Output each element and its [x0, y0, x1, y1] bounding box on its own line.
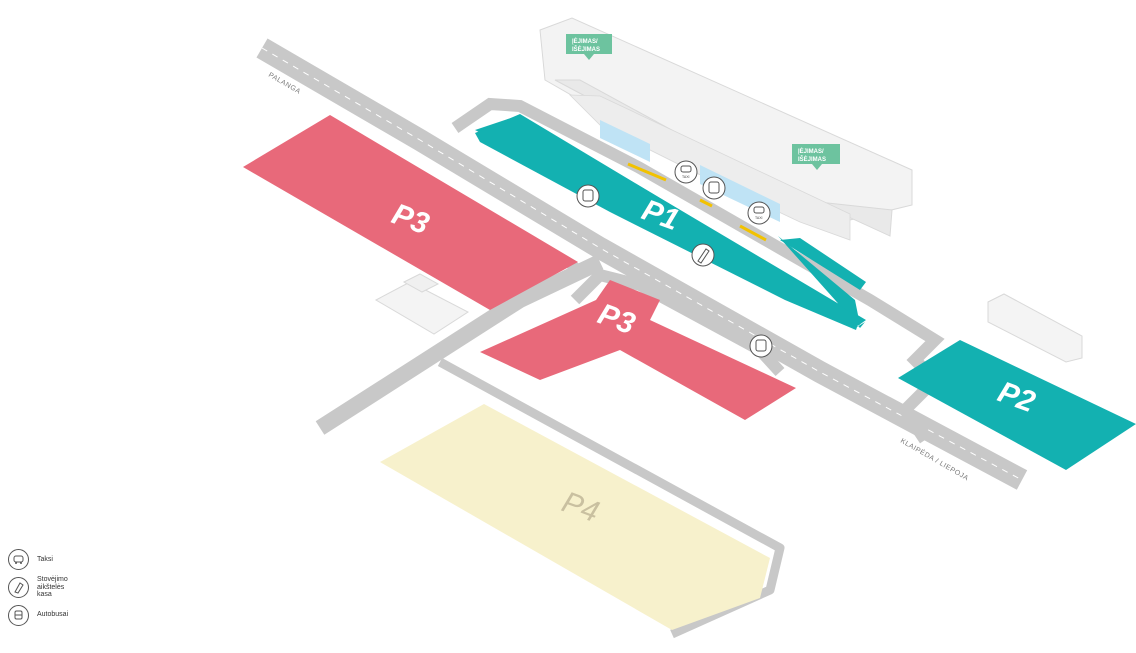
taxi-icon	[8, 549, 29, 570]
legend-label-bus: Autobusai	[37, 611, 69, 619]
airport-parking-map: P3 P3 P1 P2 P4 PALANGA KLAIPĖDA / LIEPOJ…	[243, 17, 1136, 639]
entrance-1-line1: ĮĖJIMAS/	[572, 38, 598, 45]
legend-label-parking-ticket: Stovėjimo aikštelės kasa	[37, 576, 68, 598]
taxi-pin-1-text: TAXI	[682, 175, 690, 179]
parking-ticket-icon	[8, 576, 29, 598]
parking-ticket-pin[interactable]	[691, 243, 715, 267]
taxi-pin-2[interactable]: TAXI	[747, 201, 771, 225]
bus-pin-2[interactable]	[702, 176, 726, 200]
legend-label-taxi: Taksi	[37, 555, 53, 563]
legend-item-parking-ticket: Stovėjimo aikštelės kasa	[8, 576, 118, 599]
entrance-2-line2: IŠĖJIMAS	[798, 155, 826, 163]
bus-pin-1[interactable]	[576, 184, 600, 208]
entrance-2-line1: ĮĖJIMAS/	[798, 148, 824, 155]
east-building	[987, 293, 1083, 363]
legend-item-taxi: Taksi	[8, 549, 118, 570]
taxi-pin-1[interactable]: TAXI	[674, 160, 698, 184]
legend-item-bus: Autobusai	[8, 604, 118, 626]
entrance-1-line2: IŠĖJIMAS	[572, 45, 600, 53]
bus-icon	[8, 604, 29, 626]
bus-pin-3[interactable]	[749, 334, 773, 358]
taxi-pin-2-text: TAXI	[755, 216, 763, 220]
map-legend: Taksi Stovėjimo aikštelės kasa Autobusai	[8, 549, 118, 632]
